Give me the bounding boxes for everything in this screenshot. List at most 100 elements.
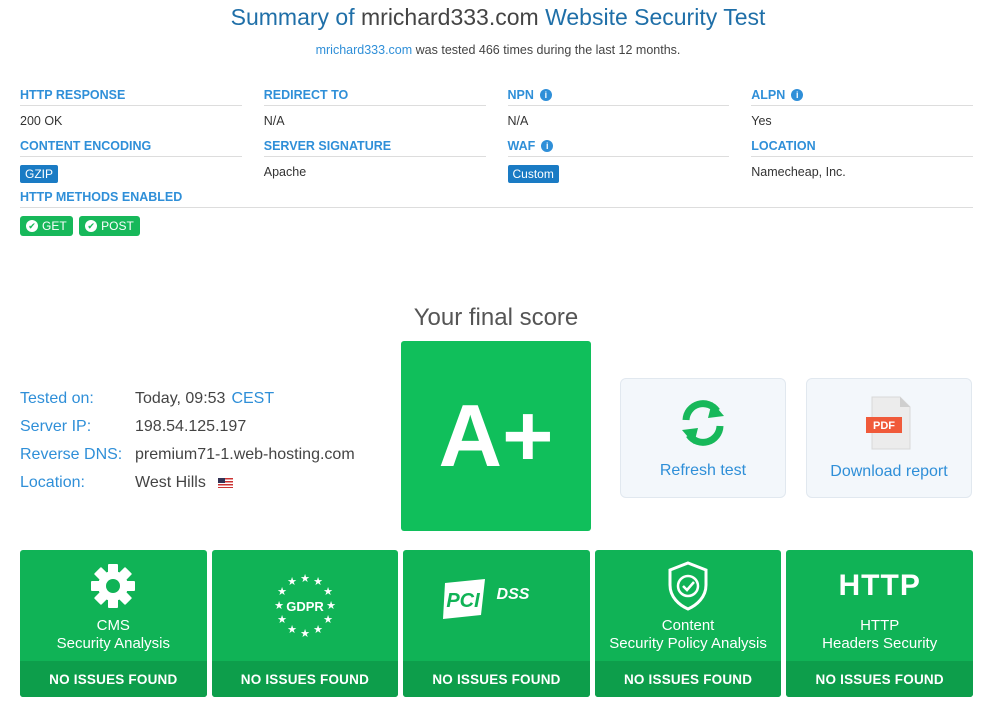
tile-title-line1: HTTP bbox=[860, 617, 900, 634]
info-label: NPN bbox=[507, 88, 534, 102]
refresh-test-label: Refresh test bbox=[659, 462, 747, 479]
detail-label: Location: bbox=[20, 474, 85, 491]
title-domain: mrichard333.com bbox=[361, 4, 539, 30]
tile-status: NO ISSUES FOUND bbox=[594, 661, 782, 697]
detail-label: Server IP: bbox=[20, 418, 92, 435]
shield-check-icon bbox=[668, 561, 708, 611]
info-value: 200 OK bbox=[20, 114, 63, 128]
pdf-icon: PDF bbox=[866, 396, 911, 450]
svg-text:★: ★ bbox=[277, 613, 287, 626]
svg-text:★: ★ bbox=[300, 627, 310, 640]
info-value: N/A bbox=[507, 114, 529, 128]
tile-csp[interactable]: Content Security Policy Analysis NO ISSU… bbox=[594, 550, 782, 697]
info-value: Yes bbox=[751, 114, 772, 128]
info-value: N/A bbox=[263, 114, 285, 128]
subtitle-text: was tested 466 times during the last 12 … bbox=[415, 43, 681, 57]
title-suffix: Website Security Test bbox=[545, 4, 766, 30]
info-icon[interactable]: i bbox=[791, 89, 804, 101]
svg-text:★: ★ bbox=[287, 575, 297, 588]
method-badge-get: ✔ GET bbox=[20, 216, 73, 236]
info-content-encoding: CONTENT ENCODING GZIP bbox=[20, 139, 242, 183]
info-label: CONTENT ENCODING bbox=[20, 139, 242, 157]
detail-location: Location: West Hills bbox=[20, 469, 355, 497]
check-icon: ✔ bbox=[26, 220, 38, 232]
info-label: LOCATION bbox=[751, 139, 973, 157]
info-label: SERVER SIGNATURE bbox=[263, 139, 486, 157]
tile-status: NO ISSUES FOUND bbox=[786, 661, 973, 697]
tile-title-line2: Security Analysis bbox=[56, 635, 170, 652]
timezone-link[interactable]: CEST bbox=[231, 390, 274, 408]
encoding-badge: GZIP bbox=[20, 165, 59, 183]
info-label: HTTP RESPONSE bbox=[20, 88, 242, 106]
score-label: Your final score bbox=[413, 304, 579, 331]
test-details: Tested on: Today, 09:53 CEST Server IP: … bbox=[20, 385, 355, 497]
tile-title-line1: CMS bbox=[96, 617, 130, 634]
info-label: ALPN bbox=[751, 88, 786, 102]
tile-status: NO ISSUES FOUND bbox=[211, 661, 399, 697]
tile-title-line1: Content bbox=[661, 617, 715, 634]
dss-icon-text: DSS bbox=[497, 586, 530, 603]
tile-title-line2: Headers Security bbox=[822, 635, 938, 652]
info-icon[interactable]: i bbox=[541, 140, 554, 152]
http-icon: HTTP bbox=[838, 569, 921, 602]
pci-icon-text: PCI bbox=[447, 590, 481, 612]
download-report-label: Download report bbox=[830, 463, 948, 480]
subtitle-domain-link[interactable]: mrichard333.com bbox=[316, 43, 413, 57]
tile-status: NO ISSUES FOUND bbox=[403, 661, 590, 697]
svg-text:★: ★ bbox=[313, 623, 323, 636]
method-badge-post: ✔ POST bbox=[79, 216, 140, 236]
info-redirect-to: REDIRECT TO N/A bbox=[263, 88, 486, 130]
svg-text:★: ★ bbox=[323, 613, 333, 626]
svg-text:★: ★ bbox=[300, 572, 310, 585]
detail-value: 198.54.125.197 bbox=[135, 418, 247, 435]
score-grade-box: A+ bbox=[401, 341, 591, 531]
score-grade: A+ bbox=[438, 386, 554, 485]
page-title: Summary of mrichard333.com Website Secur… bbox=[0, 4, 996, 31]
info-location: LOCATION Namecheap, Inc. bbox=[751, 139, 973, 181]
detail-value: West Hills bbox=[135, 474, 206, 491]
tile-title-line2: Security Policy Analysis bbox=[609, 635, 767, 652]
svg-text:★: ★ bbox=[287, 623, 297, 636]
svg-text:★: ★ bbox=[313, 575, 323, 588]
detail-label: Tested on: bbox=[20, 390, 94, 407]
info-alpn: ALPN i Yes bbox=[751, 88, 973, 130]
info-npn: NPN i N/A bbox=[507, 88, 730, 130]
info-value: Apache bbox=[263, 165, 307, 179]
info-http-methods: HTTP METHODS ENABLED ✔ GET ✔ POST bbox=[20, 190, 973, 236]
detail-tested-on: Tested on: Today, 09:53 CEST bbox=[20, 385, 355, 413]
refresh-test-button[interactable]: Refresh test bbox=[620, 378, 786, 498]
detail-value: premium71-1.web-hosting.com bbox=[135, 446, 355, 463]
tile-http-headers[interactable]: HTTP HTTP Headers Security NO ISSUES FOU… bbox=[786, 550, 973, 697]
pdf-icon-text: PDF bbox=[873, 420, 895, 432]
info-value: Namecheap, Inc. bbox=[751, 165, 846, 179]
pci-dss-icon: PCI DSS bbox=[443, 578, 530, 619]
info-label: HTTP METHODS ENABLED bbox=[20, 190, 973, 208]
detail-reverse-dns: Reverse DNS: premium71-1.web-hosting.com bbox=[20, 441, 355, 469]
gdpr-icon: ★ ★ ★ ★ ★ ★ ★ ★ ★ ★ ★ ★ GDPR bbox=[274, 572, 336, 640]
tile-status: NO ISSUES FOUND bbox=[20, 661, 207, 697]
gear-icon bbox=[91, 564, 136, 608]
svg-text:★: ★ bbox=[326, 599, 336, 612]
tile-pci-dss[interactable]: PCI DSS NO ISSUES FOUND bbox=[403, 550, 590, 697]
tile-cms[interactable]: CMS Security Analysis NO ISSUES FOUND bbox=[20, 550, 207, 697]
info-label: WAF bbox=[507, 139, 536, 153]
info-server-signature: SERVER SIGNATURE Apache bbox=[263, 139, 486, 181]
svg-text:★: ★ bbox=[274, 599, 284, 612]
info-waf: WAF i Custom bbox=[507, 139, 730, 183]
detail-server-ip: Server IP: 198.54.125.197 bbox=[20, 413, 355, 441]
download-report-button[interactable]: PDF Download report bbox=[806, 378, 972, 498]
info-icon[interactable]: i bbox=[539, 89, 552, 101]
info-grid: HTTP RESPONSE 200 OK REDIRECT TO N/A NPN… bbox=[20, 88, 973, 241]
gdpr-icon-text: GDPR bbox=[286, 599, 324, 614]
svg-text:★: ★ bbox=[277, 585, 287, 598]
tile-gdpr[interactable]: ★ ★ ★ ★ ★ ★ ★ ★ ★ ★ ★ ★ GDPR NO ISSUES F… bbox=[211, 550, 399, 697]
us-flag-icon bbox=[217, 478, 233, 488]
svg-text:★: ★ bbox=[323, 585, 333, 598]
check-icon: ✔ bbox=[85, 220, 98, 232]
refresh-icon bbox=[682, 400, 724, 446]
page-subtitle: mrichard333.com was tested 466 times dur… bbox=[0, 43, 996, 57]
info-label: REDIRECT TO bbox=[263, 88, 486, 106]
waf-badge: Custom bbox=[507, 165, 559, 183]
info-http-response: HTTP RESPONSE 200 OK bbox=[20, 88, 242, 130]
analysis-tiles: CMS Security Analysis NO ISSUES FOUND ★ … bbox=[20, 550, 973, 697]
